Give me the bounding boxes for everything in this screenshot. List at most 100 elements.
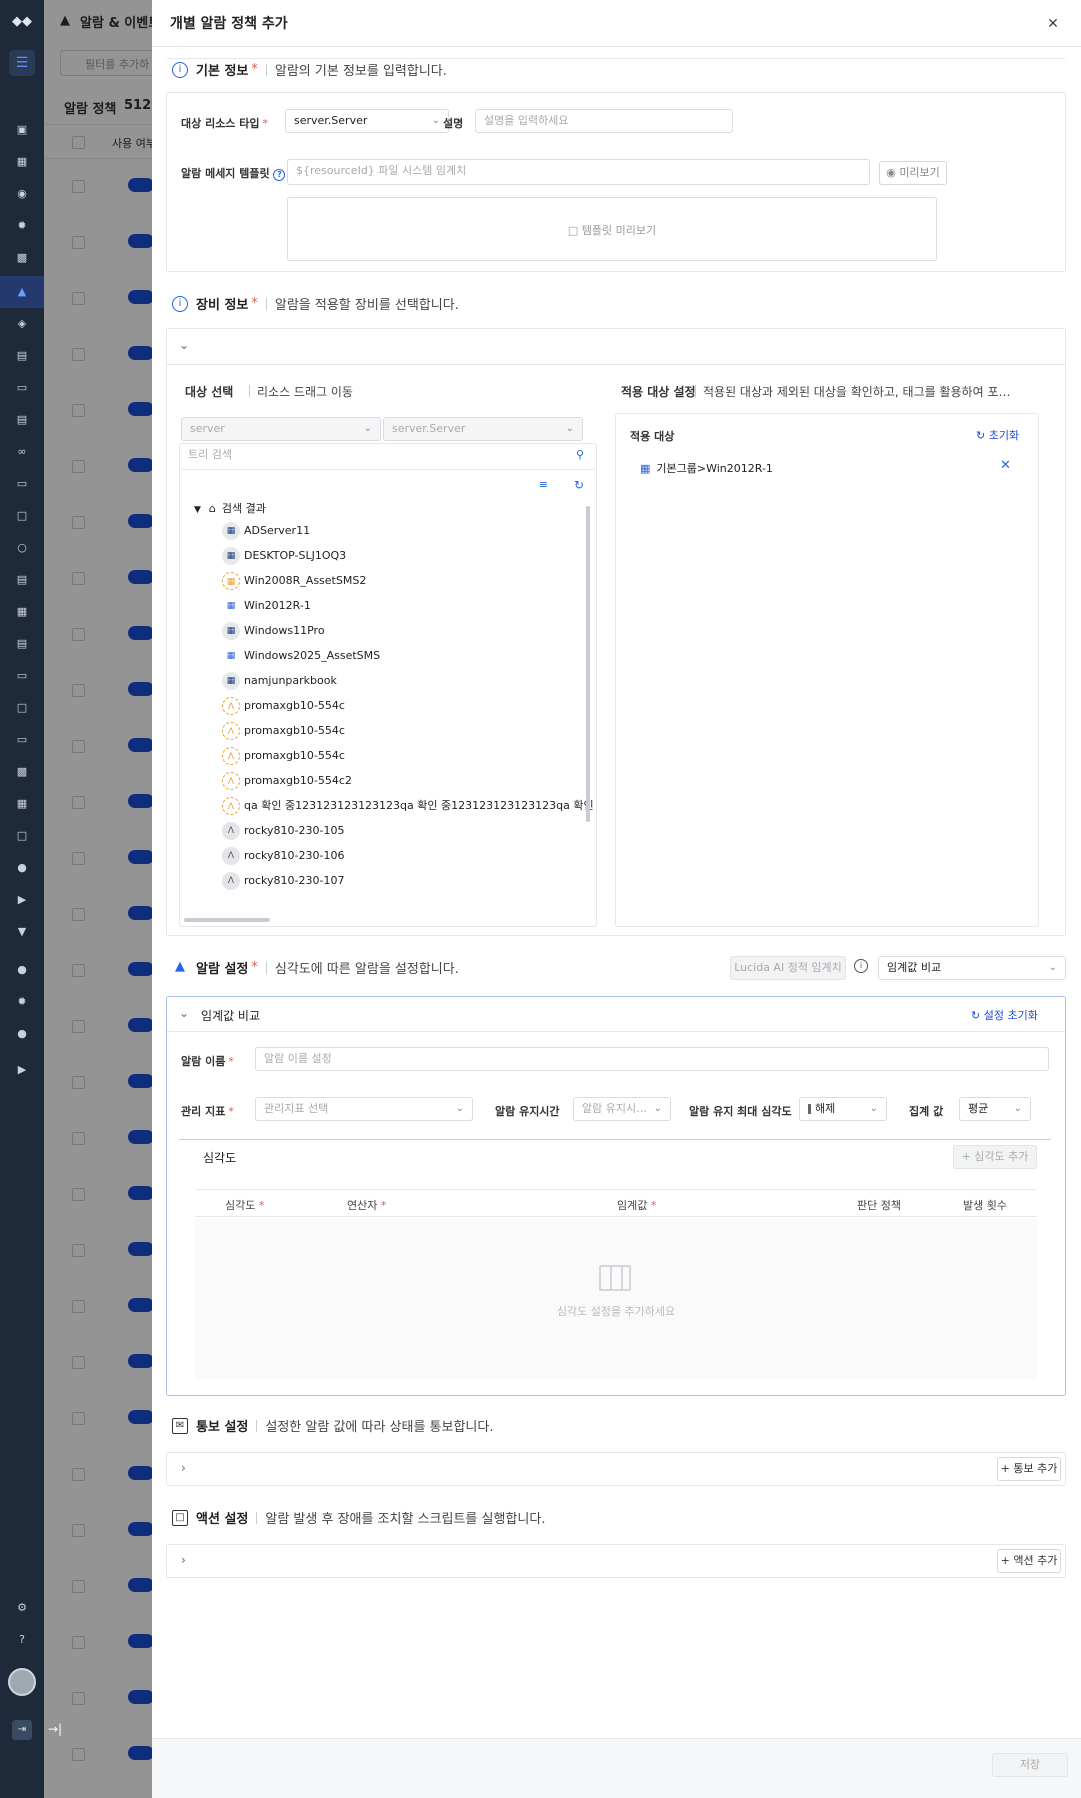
tree-item[interactable]: Λqa 확인 중123123123123123qa 확인 중1231231231… (222, 795, 594, 817)
clipboard-icon[interactable]: ▭ (12, 666, 32, 686)
inbox-icon[interactable]: □ (12, 698, 32, 718)
tree-item[interactable]: Λpromaxgb10-554c (222, 695, 345, 717)
app-logo-icon[interactable]: ◆◆ (10, 12, 34, 32)
add-severity-button[interactable]: + 심각도 추가 (953, 1145, 1037, 1169)
network-icon[interactable]: ✹ (12, 216, 32, 236)
tree-item[interactable]: ▦ Win2008R_AssetSMS2 (222, 570, 366, 592)
tree-item[interactable]: ▦ DESKTOP-SLJ1OQ3 (222, 545, 346, 567)
save-button[interactable]: 저장 (992, 1753, 1068, 1777)
collapse-all-icon[interactable]: ≡ (539, 478, 548, 491)
screen-icon[interactable]: ▭ (12, 378, 32, 398)
tree-item[interactable]: Λpromaxgb10-554c2 (222, 770, 352, 792)
grid-add-icon[interactable]: ▦ (12, 602, 32, 622)
col-threshold: 임계값 * (617, 1199, 657, 1212)
building-icon[interactable]: ▦ (12, 794, 32, 814)
bell-icon[interactable]: ▲ (0, 276, 44, 308)
document-list-icon[interactable]: ▤ (12, 410, 32, 430)
severity-table-empty: 심각도 설정을 추가하세요 (195, 1219, 1037, 1379)
tree-root[interactable]: ▼ ⌂ 검색 결과 (194, 498, 266, 520)
search-icon[interactable]: ○ (12, 538, 32, 558)
modal-overlay[interactable] (44, 0, 152, 1798)
tree-item[interactable]: ▦ ADServer11 (222, 520, 310, 542)
globe-icon[interactable]: ◉ (12, 184, 32, 204)
menu-icon[interactable]: ☰ (9, 50, 35, 76)
modal-title: 개별 알람 정책 추가 (170, 16, 288, 32)
chevron-right-icon[interactable]: › (181, 1461, 186, 1475)
tree-item[interactable]: Λrocky810-230-107 (222, 870, 344, 892)
vertical-scrollbar[interactable] (586, 506, 590, 822)
metric-select[interactable]: 관리지표 선택 ⌄ (255, 1097, 473, 1121)
apply-desc: 적용된 대상과 제외된 대상을 확인하고, 태그를 활용하여 포… (703, 385, 1011, 399)
link-icon[interactable]: ∞ (12, 442, 32, 462)
tree-item[interactable]: Λpromaxgb10-554c (222, 720, 345, 742)
keep-time-select[interactable]: 알람 유지시… ⌄ (573, 1097, 671, 1121)
tree-item[interactable]: ▦ Windows11Pro (222, 620, 325, 642)
help-circle-icon[interactable]: ● (12, 960, 32, 980)
terminal-icon[interactable]: ▶ (12, 1060, 32, 1080)
doc-chart-icon[interactable]: ▤ (12, 634, 32, 654)
layout-icon[interactable]: ▦ (12, 152, 32, 172)
close-icon[interactable]: ✕ (1041, 12, 1065, 36)
info-icon[interactable]: i (854, 959, 868, 973)
max-severity-select[interactable]: 해제 ⌄ (799, 1097, 887, 1121)
caret-down-icon[interactable]: ▼ (12, 922, 32, 942)
image-search-icon[interactable]: ▩ (12, 762, 32, 782)
apply-title: 적용 대상 설정 (621, 385, 696, 399)
remove-icon[interactable]: ✕ (1000, 458, 1011, 473)
add-action-button[interactable]: + 액션 추가 (997, 1549, 1061, 1573)
info-icon: i (172, 61, 188, 78)
tree-item[interactable]: Λrocky810-230-106 (222, 845, 344, 867)
reset-setting-link[interactable]: ↻ 설정 초기화 (971, 1007, 1038, 1023)
tree-item[interactable]: ▦ Win2012R-1 (222, 595, 311, 617)
share-icon[interactable]: □ (12, 506, 32, 526)
windows-warning-icon: ▦ (222, 572, 240, 590)
presentation-icon[interactable]: ▭ (12, 730, 32, 750)
alarm-type-select[interactable]: 임계값 비교 ⌄ (878, 956, 1066, 980)
block-icon[interactable]: ● (12, 1024, 32, 1044)
notify-title: 통보 설정 (196, 1420, 249, 1435)
list-icon[interactable]: ▤ (12, 570, 32, 590)
settings-icon[interactable]: ⚙ (12, 1598, 32, 1618)
folder-settings-icon[interactable]: □ (12, 826, 32, 846)
tree-item[interactable]: ▦ namjunparkbook (222, 670, 337, 692)
chevron-right-icon[interactable]: › (181, 1553, 186, 1567)
file-icon[interactable]: ▭ (12, 474, 32, 494)
windows-icon: ▦ (222, 522, 240, 540)
tree-item[interactable]: Λrocky810-230-105 (222, 820, 344, 842)
flow-icon[interactable]: ✹ (12, 992, 32, 1012)
category-select[interactable]: server ⌄ (181, 417, 381, 441)
refresh-icon[interactable]: ↻ (574, 478, 584, 492)
report-icon[interactable]: ▤ (12, 346, 32, 366)
tree-item-label: namjunparkbook (244, 674, 337, 687)
horizontal-scrollbar[interactable] (184, 918, 270, 922)
check-circle-icon[interactable]: ● (12, 858, 32, 878)
applied-item: ▦ 기본그룹>Win2012R-1 (640, 462, 773, 475)
avatar[interactable] (8, 1668, 36, 1696)
topology-icon[interactable]: ◈ (12, 314, 32, 334)
ai-threshold-button[interactable]: Lucida AI 정적 임계치 (730, 956, 846, 980)
device-info-title: 장비 정보 (196, 298, 249, 313)
collapse-sidebar-icon[interactable]: ⇥ (12, 1720, 32, 1740)
resource-type-select[interactable]: server.Server ⌄ (285, 109, 449, 133)
preview-button[interactable]: ◉ 미리보기 (879, 161, 947, 185)
alarm-name-input[interactable]: 알람 이름 설정 (255, 1047, 1049, 1071)
template-input[interactable]: ${resourceId} 파일 시스템 임계치 (287, 159, 870, 185)
help-icon[interactable]: ? (12, 1630, 32, 1650)
tree-search-input[interactable]: 트리 검색 (180, 444, 596, 470)
aggregate-select[interactable]: 평균 ⌄ (959, 1097, 1031, 1121)
add-notify-button[interactable]: + 통보 추가 (997, 1457, 1061, 1481)
tree-item[interactable]: ▦ Windows2025_AssetSMS (222, 645, 380, 667)
search-icon[interactable]: ⚲ (576, 448, 584, 461)
description-input[interactable]: 설명을 입력하세요 (475, 109, 733, 133)
alarm-name-label: 알람 이름 * (181, 1055, 234, 1068)
chevron-down-icon[interactable]: ⌄ (179, 1006, 189, 1020)
reset-link[interactable]: ↻ 초기화 (976, 427, 1019, 443)
tree-item[interactable]: Λpromaxgb10-554c (222, 745, 345, 767)
play-circle-icon[interactable]: ▶ (12, 890, 32, 910)
type-select[interactable]: server.Server ⌄ (383, 417, 583, 441)
monitor-search-icon[interactable]: ▩ (12, 248, 32, 268)
dashboard-icon[interactable]: ▣ (12, 120, 32, 140)
severity-title: 심각도 (203, 1151, 237, 1165)
description-label: 설명 (443, 117, 464, 130)
chevron-down-icon[interactable]: ⌄ (179, 338, 189, 352)
